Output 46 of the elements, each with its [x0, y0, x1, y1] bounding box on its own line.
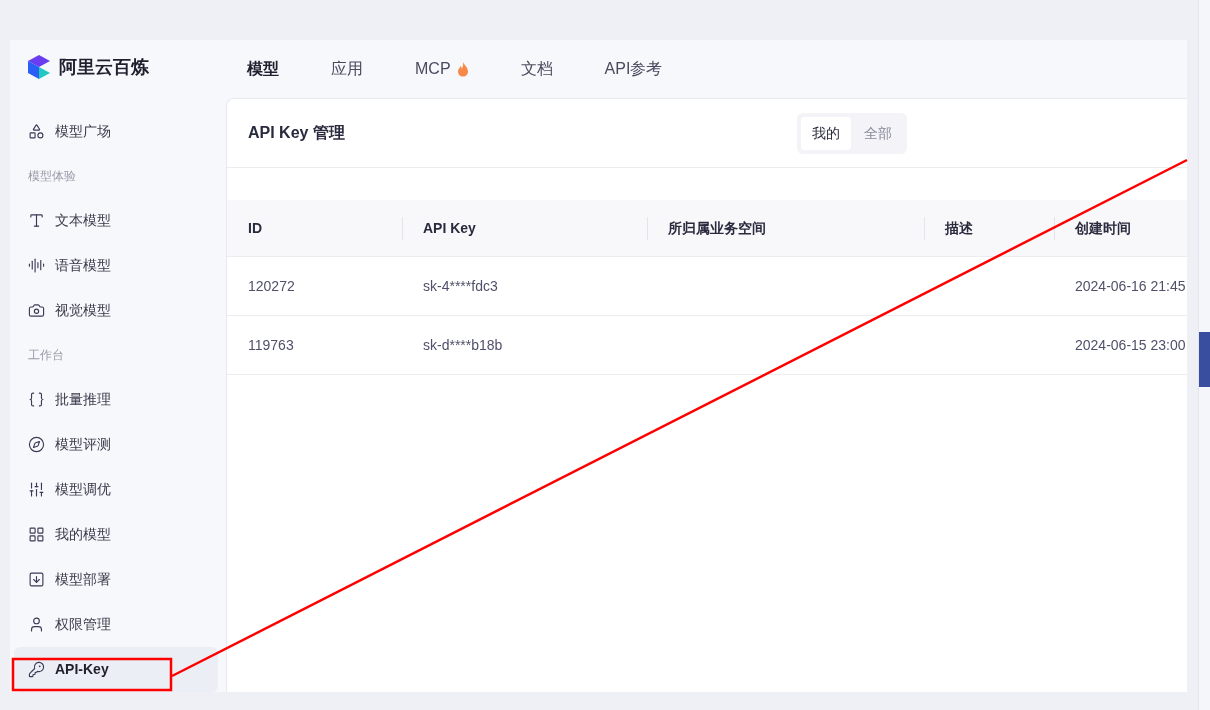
scope-tab[interactable]: 我的 — [801, 116, 851, 150]
waveform-icon — [28, 257, 45, 274]
text-icon — [28, 212, 45, 229]
column-header: API Key — [423, 218, 476, 238]
sliders-icon — [28, 481, 45, 498]
nav-tab[interactable]: API参考 — [604, 57, 663, 81]
sidebar-item[interactable]: 权限管理 — [14, 602, 218, 647]
table-cell: sk-4****fdc3 — [423, 278, 498, 294]
column-header: ID — [248, 218, 262, 238]
brand-name: 阿里云百炼 — [59, 55, 149, 79]
nav-tab[interactable]: 模型 — [247, 57, 279, 81]
nav-tab[interactable]: 应用 — [331, 57, 363, 81]
column-header: 创建时间 — [1075, 218, 1131, 238]
table-cell: sk-d****b18b — [423, 337, 503, 353]
key-icon — [28, 661, 45, 678]
user-icon — [28, 616, 45, 633]
nav-tab[interactable]: MCP — [415, 57, 469, 81]
sidebar-item[interactable]: 模型部署 — [14, 557, 218, 602]
sidebar-item[interactable]: 模型评测 — [14, 422, 218, 467]
sidebar-item[interactable]: 语音模型 — [14, 243, 218, 288]
braces-icon — [28, 391, 45, 408]
sidebar-item[interactable]: API-Key — [14, 647, 218, 692]
nav-tab[interactable]: 文档 — [520, 57, 553, 81]
download-box-icon — [28, 571, 45, 588]
column-header: 描述 — [945, 218, 973, 238]
compass-icon — [28, 436, 45, 453]
sidebar-item[interactable]: 模型广场 — [14, 109, 218, 154]
sidebar-item[interactable]: 文本模型 — [14, 198, 218, 243]
sidebar-item[interactable]: 模型调优 — [14, 467, 218, 512]
sidebar-heading: 模型体验 — [27, 168, 77, 185]
shapes-icon — [28, 123, 45, 140]
grid-icon — [28, 526, 45, 543]
sidebar-item[interactable]: 批量推理 — [14, 377, 218, 422]
panel-title: API Key 管理 — [248, 123, 346, 143]
column-header: 所归属业务空间 — [668, 218, 766, 238]
sidebar-item[interactable]: 视觉模型 — [14, 288, 218, 333]
logo-icon — [27, 54, 51, 80]
table-cell: 120272 — [248, 278, 295, 294]
table-cell: 2024-06-16 21:45 — [1075, 278, 1186, 294]
sidebar-item[interactable]: 我的模型 — [14, 512, 218, 557]
camera-icon — [28, 302, 45, 319]
table-cell: 2024-06-15 23:00 — [1075, 337, 1186, 353]
sidebar-heading: 工作台 — [27, 347, 65, 364]
side-tab[interactable] — [1199, 332, 1210, 387]
flame-icon — [456, 61, 469, 77]
table-cell: 119763 — [248, 337, 294, 353]
